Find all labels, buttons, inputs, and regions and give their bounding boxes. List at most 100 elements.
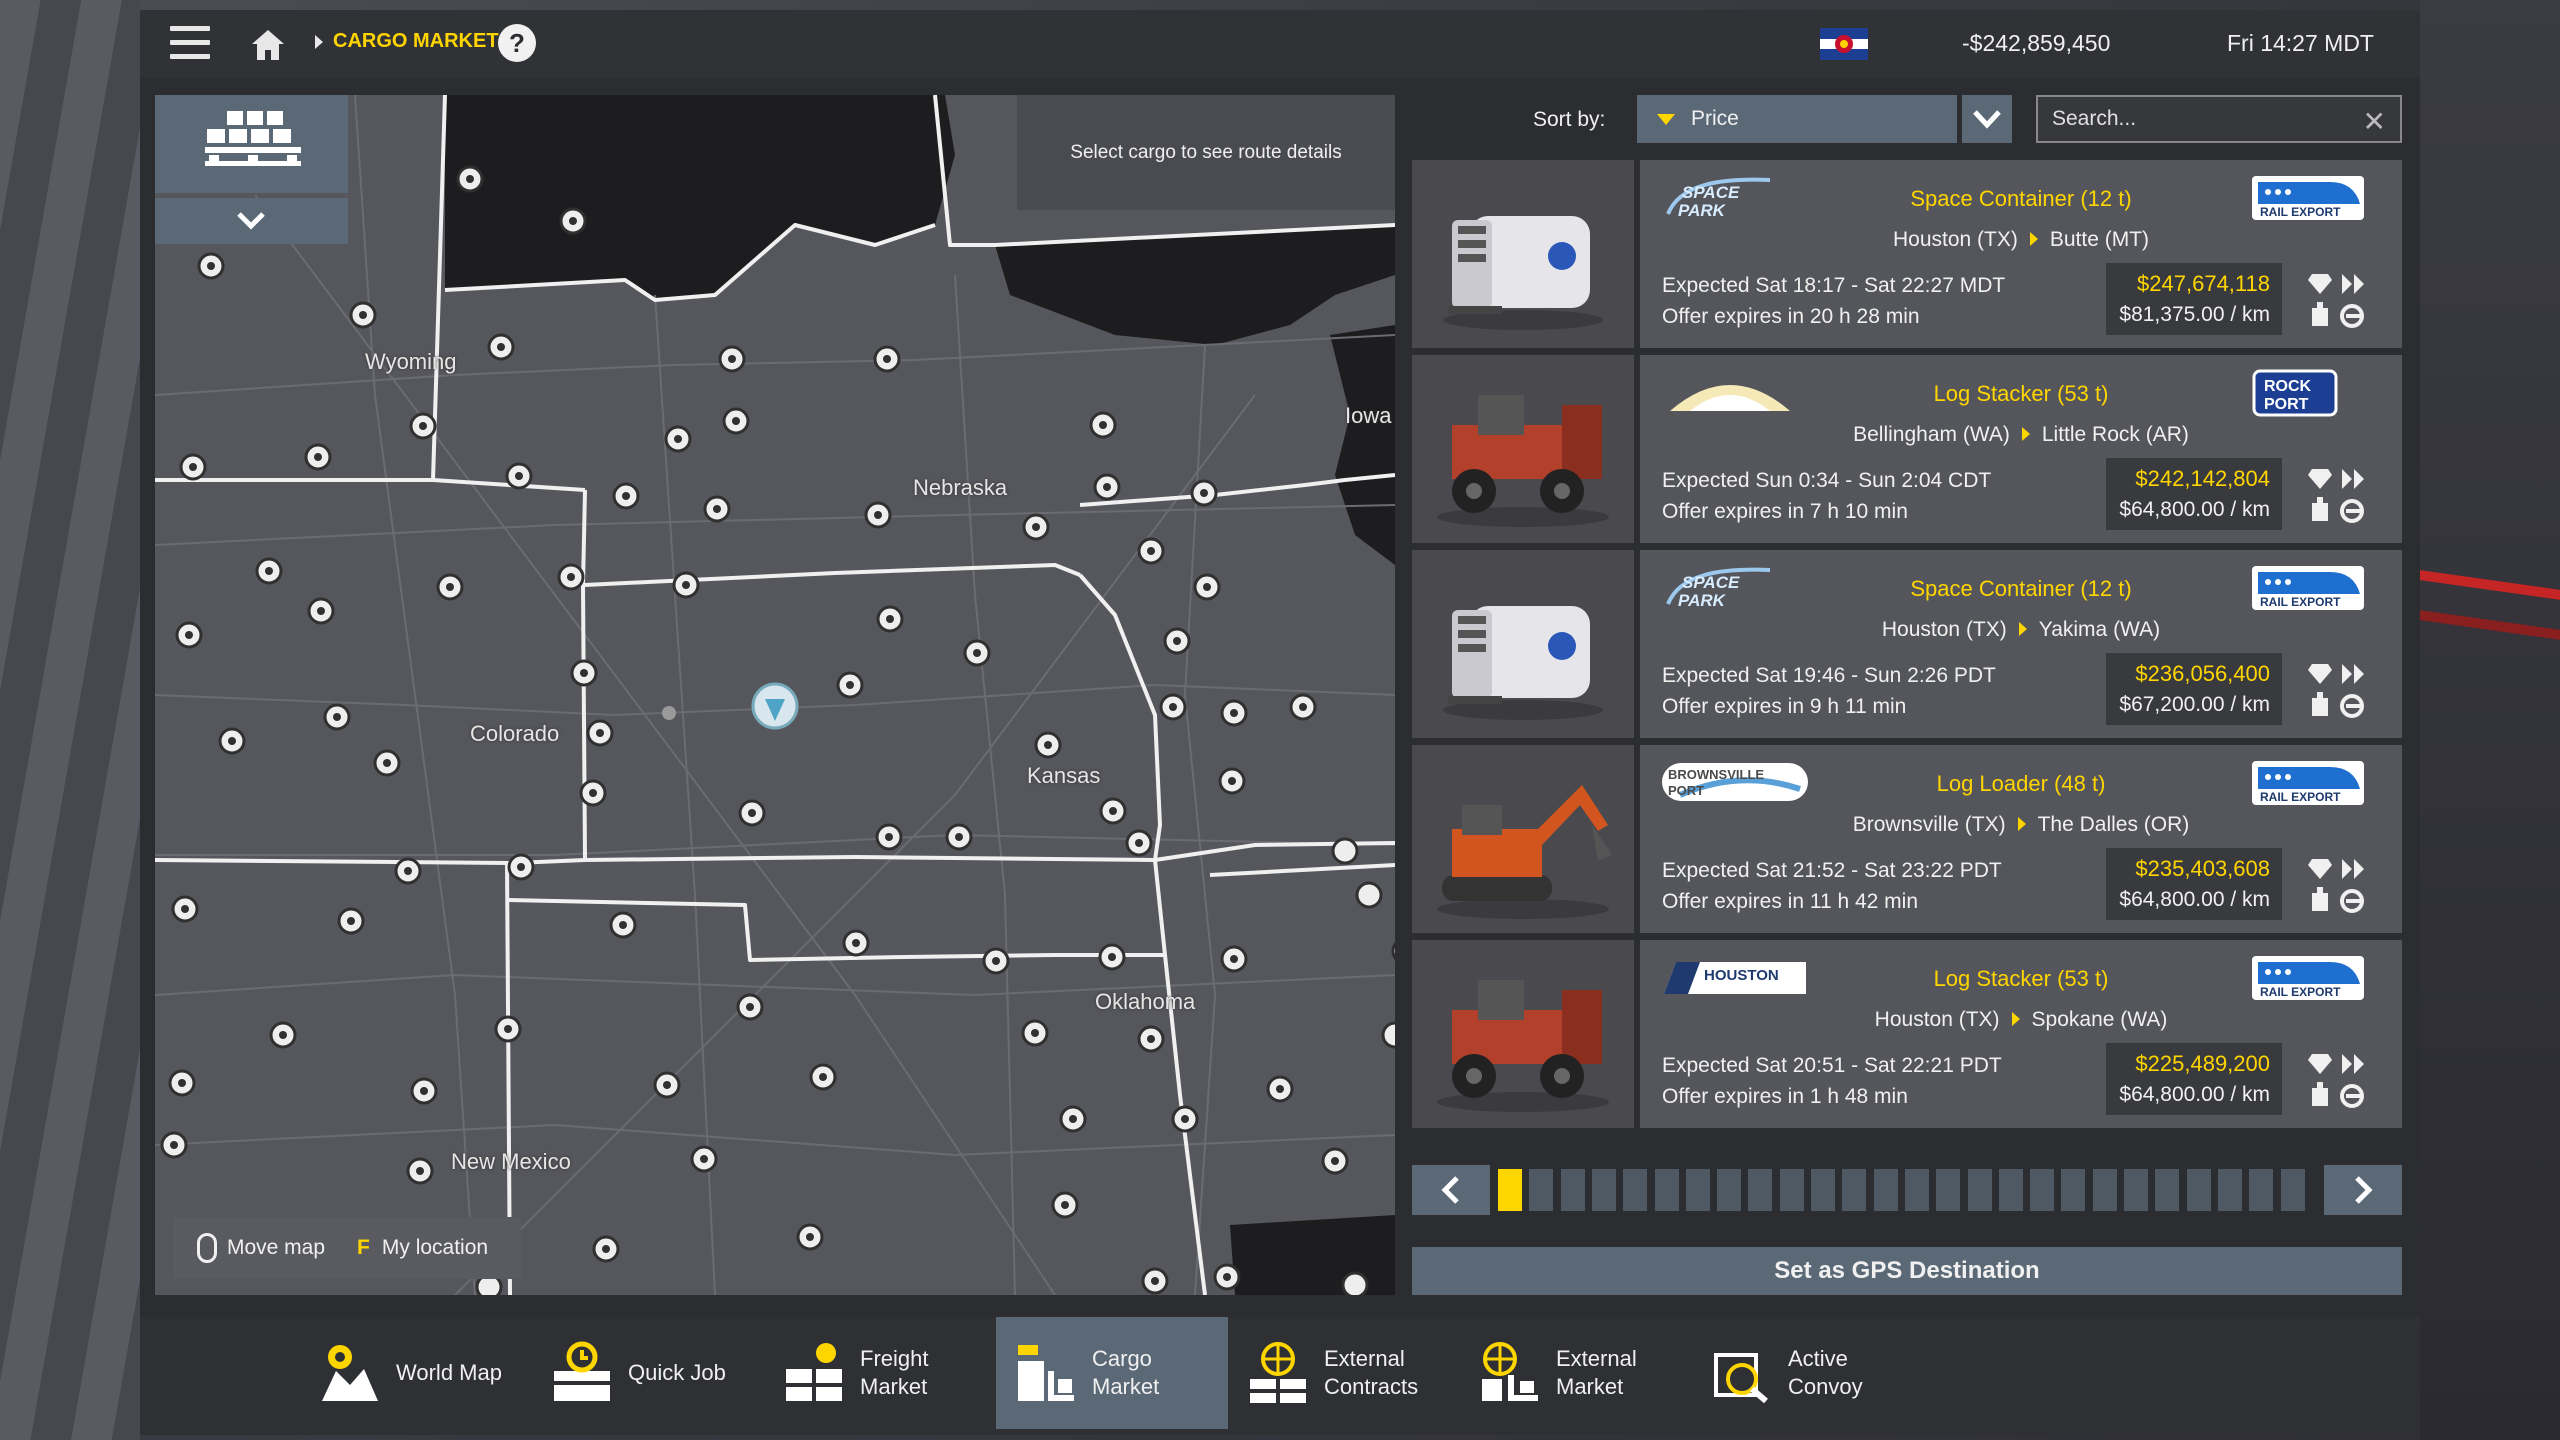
cargo-price: $236,056,400 — [2135, 661, 2270, 686]
cargo-route: Brownsville (TX) The Dalles (OR) — [1640, 813, 2402, 837]
nav-freight-market[interactable]: Freight Market — [764, 1317, 996, 1429]
offer-expiry: Offer expires in 7 h 10 min — [1662, 500, 1908, 523]
page-indicator[interactable] — [1779, 1169, 1804, 1211]
cargo-offer-card[interactable]: SPACE PARK RAIL EXPORT Space Container (12 … — [1412, 160, 2402, 348]
price-per-km: $64,800.00 / km — [2119, 498, 2270, 521]
move-map-label: Move map — [227, 1236, 326, 1259]
expected-time: Expected Sat 21:52 - Sat 23:22 PDT — [1662, 859, 2002, 882]
help-button[interactable]: ? — [498, 24, 536, 62]
quick-job-icon — [550, 1341, 614, 1405]
chevron-down-icon — [1973, 110, 2001, 129]
cargo-list-view-button[interactable] — [155, 95, 348, 193]
cargo-offer-card[interactable]: HOUSTON RAIL EXPORT Log Stacker (53 t) Hous… — [1412, 940, 2402, 1128]
price-per-km: $64,800.00 / km — [2119, 1083, 2270, 1106]
my-location-label[interactable]: My location — [382, 1236, 488, 1260]
price-per-km: $67,200.00 / km — [2119, 693, 2270, 716]
page-indicator[interactable] — [1967, 1169, 1992, 1211]
page-indicator[interactable] — [1717, 1169, 1742, 1211]
route-arrow-icon — [2017, 817, 2026, 831]
cargo-offer-info: ROCK PORT Log Stacker (53 t) Bellingham (WA… — [1640, 355, 2402, 543]
nav-world-map[interactable]: World Map — [300, 1317, 532, 1429]
prev-page-button[interactable] — [1412, 1165, 1490, 1215]
page-indicator[interactable] — [2092, 1169, 2117, 1211]
page-indicator[interactable] — [1998, 1169, 2023, 1211]
price-box: $225,489,200 $64,800.00 / km — [2106, 1043, 2282, 1115]
set-gps-destination-button[interactable]: Set as GPS Destination — [1412, 1247, 2402, 1295]
page-indicator[interactable] — [1498, 1169, 1522, 1211]
page-indicator[interactable] — [2061, 1169, 2086, 1211]
price-box: $242,142,804 $64,800.00 / km — [2106, 458, 2282, 530]
map-label-kansas: Kansas — [1027, 763, 1101, 788]
sort-select[interactable]: Price — [1637, 95, 1957, 143]
map-label-oklahoma: Oklahoma — [1095, 989, 1196, 1014]
view-dropdown-button[interactable] — [155, 198, 348, 244]
page-indicator[interactable] — [1842, 1169, 1867, 1211]
cargo-thumbnail — [1412, 940, 1634, 1128]
page-indicator[interactable] — [1591, 1169, 1616, 1211]
home-icon[interactable] — [248, 24, 288, 64]
cargo-offer-card[interactable]: BROWNSVILLE PORT RAIL EXPORT Log Loader (48… — [1412, 745, 2402, 933]
nav-cargo-market[interactable]: Cargo Market — [996, 1317, 1228, 1429]
world-map-view[interactable]: Wyoming Nebraska Iowa Colorado Kansas Ok… — [155, 95, 1395, 1295]
colorado-flag-icon — [1820, 28, 1868, 60]
cargo-route: Houston (TX) Spokane (WA) — [1640, 1008, 2402, 1032]
map-label-iowa: Iowa — [1345, 403, 1392, 428]
location-key: F — [357, 1236, 370, 1259]
page-indicator[interactable] — [2124, 1169, 2148, 1211]
external-contracts-icon — [1246, 1341, 1310, 1405]
cargo-offer-info: HOUSTON RAIL EXPORT Log Stacker (53 t) Hous… — [1640, 940, 2402, 1128]
cargo-offer-card[interactable]: ROCK PORT Log Stacker (53 t) Bellingham (WA… — [1412, 355, 2402, 543]
route-arrow-icon — [2021, 427, 2030, 441]
cargo-offer-info: BROWNSVILLE PORT RAIL EXPORT Log Loader (48… — [1640, 745, 2402, 933]
nav-label: Active Convoy — [1788, 1346, 1863, 1399]
clear-search-icon[interactable]: ✕ — [2363, 105, 2386, 138]
route-details-hint: Select cargo to see route details — [1017, 95, 1395, 210]
page-indicator[interactable] — [2155, 1169, 2180, 1211]
breadcrumb-arrow-icon — [315, 34, 323, 49]
nav-quick-job[interactable]: Quick Job — [532, 1317, 764, 1429]
page-indicator[interactable] — [1529, 1169, 1554, 1211]
page-indicator[interactable] — [2217, 1169, 2242, 1211]
cargo-attributes-icon — [2306, 465, 2370, 529]
page-indicator[interactable] — [2186, 1169, 2211, 1211]
page-indicator[interactable] — [1623, 1169, 1648, 1211]
cargo-price: $235,403,608 — [2135, 856, 2270, 881]
route-arrow-icon — [2029, 232, 2038, 246]
search-input[interactable]: Search... ✕ — [2036, 95, 2402, 143]
cargo-offer-card[interactable]: SPACE PARK RAIL EXPORT Space Container (12 … — [1412, 550, 2402, 738]
sort-dropdown-button[interactable] — [1962, 95, 2012, 143]
account-balance: -$242,859,450 — [1962, 30, 2111, 56]
map-label-nebraska: Nebraska — [913, 475, 1008, 500]
sort-direction-icon — [1657, 113, 1675, 125]
nav-active-convoy[interactable]: Active Convoy — [1692, 1317, 1924, 1429]
page-indicator[interactable] — [1811, 1169, 1835, 1211]
nav-label: Quick Job — [628, 1360, 726, 1385]
page-indicator[interactable] — [1904, 1169, 1929, 1211]
next-page-button[interactable] — [2324, 1165, 2402, 1215]
page-indicator[interactable] — [1748, 1169, 1773, 1211]
cargo-name: Space Container (12 t) — [1910, 186, 2132, 211]
top-bar: CARGO MARKET ? -$242,859,450 Fri 14:27 M… — [140, 10, 2420, 78]
nav-label: Cargo Market — [1092, 1346, 1160, 1399]
page-indicator[interactable] — [2030, 1169, 2055, 1211]
map-controls-hint: Move map F My location — [173, 1217, 521, 1279]
page-indicator[interactable] — [1560, 1169, 1585, 1211]
menu-icon[interactable] — [170, 26, 210, 60]
cargo-offer-info: SPACE PARK RAIL EXPORT Space Container (12 … — [1640, 160, 2402, 348]
page-indicator[interactable] — [2249, 1169, 2274, 1211]
nav-label: External Market — [1556, 1346, 1637, 1399]
map-label-wyoming: Wyoming — [365, 349, 457, 374]
nav-external-contracts[interactable]: External Contracts — [1228, 1317, 1460, 1429]
page-indicator[interactable] — [1936, 1169, 1961, 1211]
page-indicator[interactable] — [1654, 1169, 1679, 1211]
offer-expiry: Offer expires in 1 h 48 min — [1662, 1085, 1908, 1108]
route-from: Brownsville (TX) — [1852, 813, 2006, 836]
nav-external-market[interactable]: External Market — [1460, 1317, 1692, 1429]
cargo-market-window: CARGO MARKET ? -$242,859,450 Fri 14:27 M… — [140, 10, 2420, 1435]
cargo-market-icon — [1014, 1341, 1078, 1405]
route-arrow-icon — [2018, 622, 2027, 636]
cargo-attributes-icon — [2306, 855, 2370, 919]
page-indicator[interactable] — [1873, 1169, 1898, 1211]
page-indicator[interactable] — [2280, 1169, 2305, 1211]
page-indicator[interactable] — [1685, 1169, 1710, 1211]
